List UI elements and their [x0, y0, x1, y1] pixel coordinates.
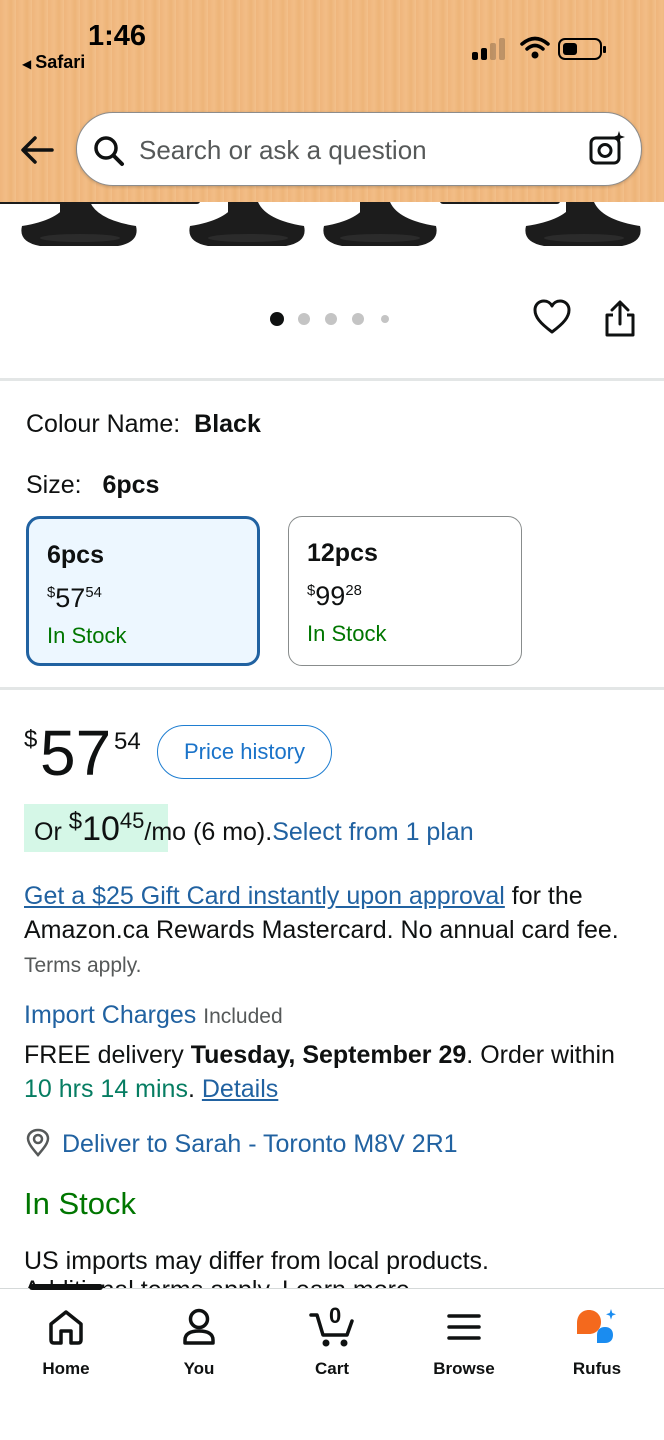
nav-item-home[interactable]: Home	[16, 1305, 116, 1379]
wifi-icon	[520, 36, 550, 59]
nav-item-cart[interactable]: 0 Cart	[282, 1303, 382, 1379]
cart-count: 0	[329, 1303, 342, 1328]
delivery-info: FREE delivery Tuesday, September 29. Ord…	[24, 1041, 615, 1103]
bottom-nav: Home You 0 Cart Browse Rufus	[0, 1284, 664, 1440]
size-value: 6pcs	[102, 471, 160, 499]
status-icons	[472, 36, 612, 64]
carousel-dot[interactable]	[325, 313, 337, 325]
nav-label: Cart	[314, 1359, 349, 1378]
search-bar[interactable]	[76, 112, 642, 186]
delivery-date: Tuesday, September 29	[190, 1041, 467, 1069]
price-history-button[interactable]: Price history	[157, 725, 332, 779]
camera-search-icon[interactable]	[587, 129, 627, 169]
back-arrow-icon[interactable]	[18, 130, 58, 170]
nav-active-indicator	[29, 1284, 103, 1290]
size-row: Size: 6pcs	[26, 471, 159, 500]
size-option-12pcs[interactable]: 12pcs $9928 In Stock	[288, 516, 522, 666]
delivery-countdown: 10 hrs 14 mins	[24, 1075, 188, 1103]
gift-card-promo: Get a $25 Gift Card instantly upon appro…	[24, 882, 619, 977]
size-option-name: 12pcs	[307, 539, 378, 567]
home-icon	[49, 1310, 83, 1345]
search-input[interactable]	[139, 131, 569, 169]
terms-apply: Terms apply.	[24, 954, 142, 977]
menu-icon	[447, 1314, 481, 1340]
status-time: 1:46	[88, 20, 147, 52]
size-option-price: $5754	[47, 583, 102, 613]
cellular-signal-icon	[472, 38, 506, 60]
size-option-stock: In Stock	[47, 623, 127, 648]
size-option-6pcs[interactable]: 6pcs $5754 In Stock	[26, 516, 260, 666]
product-image[interactable]	[0, 202, 664, 262]
back-triangle-icon: ◀	[22, 57, 32, 71]
import-charges-note: Included	[203, 1005, 283, 1028]
carousel-dot[interactable]	[298, 313, 310, 325]
section-divider	[0, 378, 664, 381]
nav-label: Rufus	[572, 1359, 622, 1378]
back-to-safari[interactable]: ◀ Safari	[22, 52, 85, 73]
rufus-icon	[577, 1309, 616, 1343]
nav-item-browse[interactable]: Browse	[414, 1305, 514, 1379]
delivery-details-link[interactable]: Details	[202, 1075, 278, 1103]
nav-label: You	[183, 1359, 215, 1378]
size-option-price: $9928	[307, 581, 362, 611]
battery-icon	[558, 38, 606, 60]
colour-name-row: Colour Name: Black	[26, 410, 261, 439]
nav-label: Browse	[433, 1359, 495, 1378]
wishlist-heart-icon[interactable]	[532, 298, 572, 336]
size-label: Size:	[26, 471, 82, 499]
colour-label: Colour Name:	[26, 410, 181, 438]
import-charges-row: Import Charges Included	[24, 998, 644, 1034]
nav-item-you[interactable]: You	[149, 1305, 249, 1379]
size-option-name: 6pcs	[47, 541, 104, 569]
search-icon	[94, 136, 124, 166]
location-pin-icon	[26, 1128, 50, 1157]
nav-label: Home	[42, 1359, 90, 1378]
gift-card-link[interactable]: Get a $25 Gift Card instantly upon appro…	[24, 882, 505, 910]
stock-status: In Stock	[24, 1186, 136, 1221]
carousel-dot-active[interactable]	[270, 312, 284, 326]
person-icon	[183, 1308, 215, 1345]
size-option-stock: In Stock	[307, 621, 387, 646]
carousel-dot[interactable]	[381, 315, 389, 323]
deliver-to-label: Deliver to Sarah - Toronto M8V 2R1	[62, 1130, 458, 1158]
colour-value: Black	[194, 410, 261, 438]
select-plan-link[interactable]: Select from 1 plan	[272, 818, 474, 846]
nav-item-rufus[interactable]: Rufus	[547, 1305, 647, 1379]
import-notice: US imports may differ from local product…	[24, 1247, 489, 1275]
import-charges-link[interactable]: Import Charges	[24, 1001, 196, 1029]
back-app-label: Safari	[35, 52, 86, 72]
section-divider	[0, 687, 664, 690]
share-icon[interactable]	[603, 300, 637, 338]
carousel-dot[interactable]	[352, 313, 364, 325]
header: 1:46 ◀ Safari	[0, 0, 664, 202]
